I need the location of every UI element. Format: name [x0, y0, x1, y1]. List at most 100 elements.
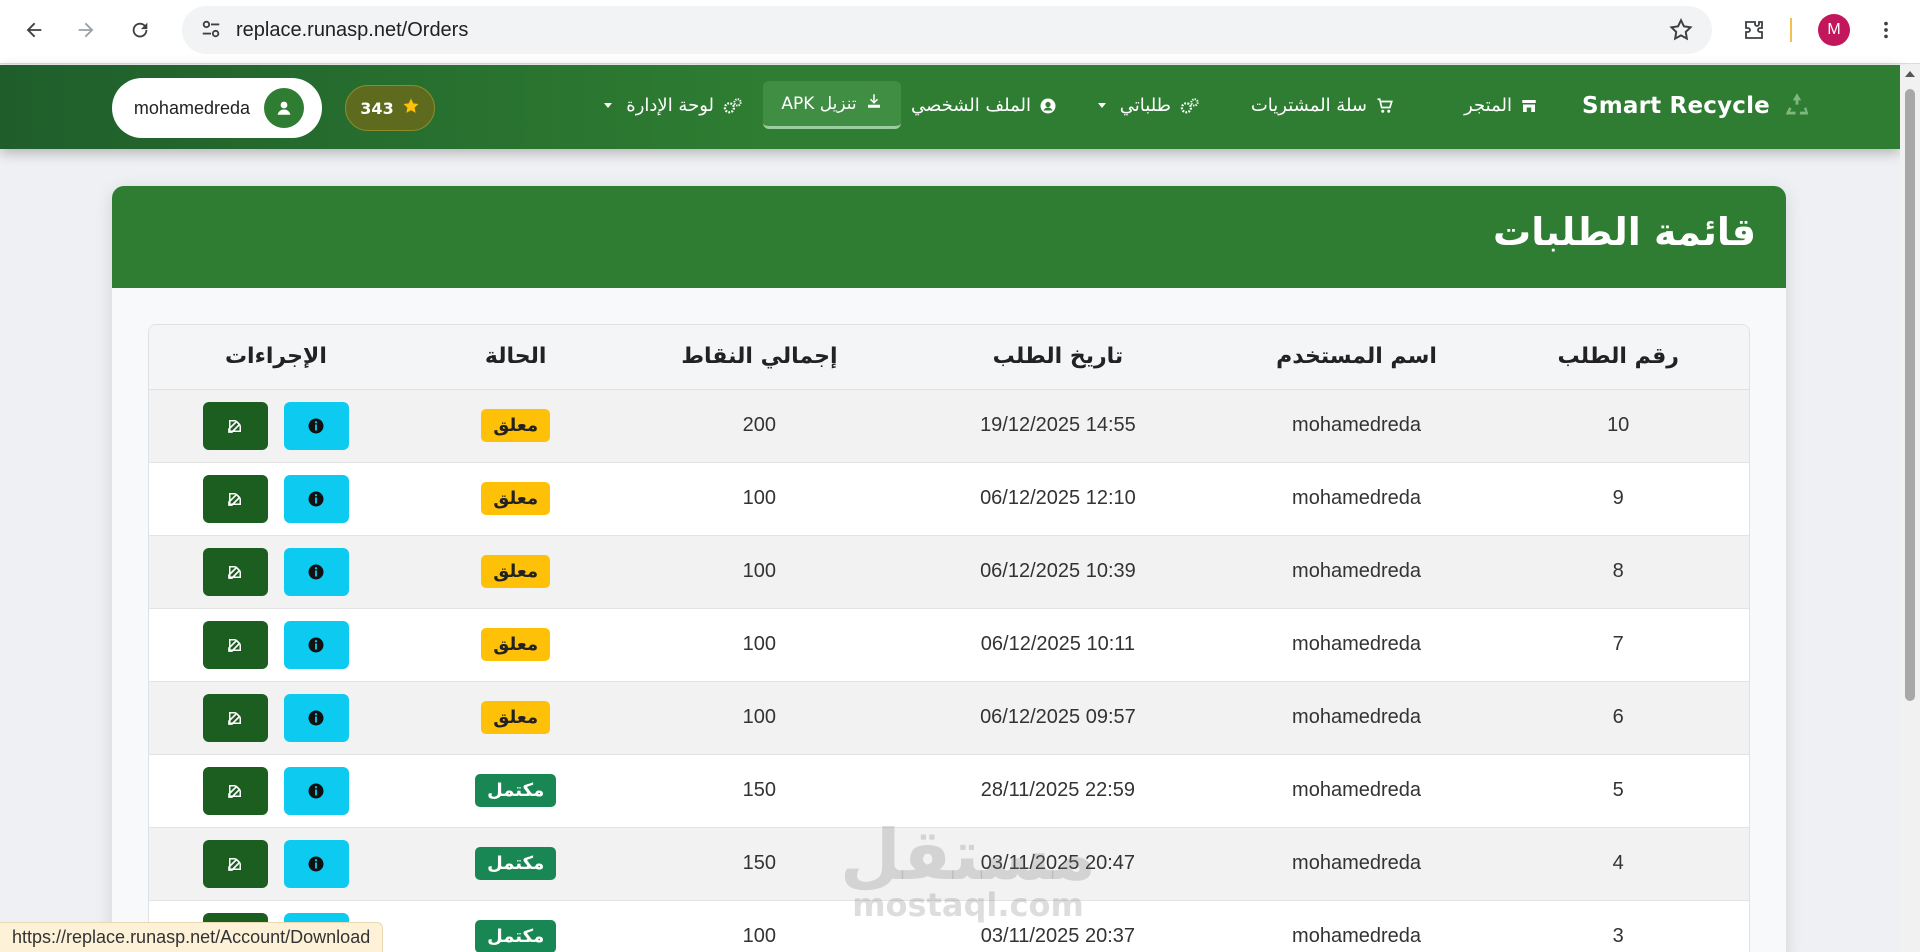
nav-my-orders[interactable]: طلباتي [1097, 95, 1201, 116]
cell-username: mohamedreda [1225, 900, 1488, 952]
order-details-button[interactable] [283, 401, 349, 450]
cell-status: معلق [402, 389, 629, 463]
brand-name[interactable]: Smart Recycle [1582, 93, 1770, 119]
toolbar-separator [1790, 18, 1792, 42]
col-actions: الإجراءات [149, 325, 403, 390]
orders-table: رقم الطلب اسم المستخدم تاريخ الطلب إجمال… [149, 325, 1749, 952]
col-status: الحالة [402, 325, 629, 390]
cell-order-date: 06/12/2025 10:11 [890, 608, 1226, 682]
edit-order-button[interactable] [202, 547, 268, 596]
cell-status: معلق [402, 681, 629, 755]
reload-button[interactable] [120, 10, 160, 50]
download-apk-button[interactable]: تنزيل APK [763, 81, 901, 129]
nav-my-orders-label: طلباتي [1119, 95, 1171, 116]
puzzle-icon [1745, 21, 1763, 39]
cell-total-points: 100 [628, 608, 891, 682]
info-icon [307, 782, 325, 800]
back-button[interactable] [14, 10, 54, 50]
download-icon [865, 92, 883, 115]
edit-order-button[interactable] [202, 401, 268, 450]
download-apk-label: تنزيل APK [781, 93, 857, 114]
status-badge: مكتمل [475, 920, 557, 952]
edit-icon [226, 855, 244, 873]
info-icon [307, 636, 325, 654]
page-title: قائمة الطلبات [1493, 210, 1756, 254]
forward-button[interactable] [66, 10, 106, 50]
order-details-button[interactable] [283, 547, 349, 596]
nav-profile[interactable]: الملف الشخصي [911, 95, 1057, 116]
edit-order-button[interactable] [202, 620, 268, 669]
cell-total-points: 100 [628, 462, 891, 536]
profile-avatar[interactable]: M [1818, 14, 1850, 46]
nav-store[interactable]: المتجر [1464, 95, 1538, 116]
cell-username: mohamedreda [1225, 462, 1488, 536]
cell-order-date: 03/11/2025 20:37 [890, 900, 1226, 952]
star-icon [402, 97, 420, 119]
back-arrow-icon [26, 22, 42, 38]
cell-order-id: 4 [1487, 827, 1749, 901]
order-details-button[interactable] [283, 693, 349, 742]
edit-order-button[interactable] [202, 474, 268, 523]
scrollbar-thumb[interactable] [1905, 89, 1915, 701]
status-badge: معلق [481, 701, 551, 734]
cell-total-points: 100 [628, 900, 891, 952]
nav-admin-panel-label: لوحة الإدارة [626, 95, 714, 116]
cell-username: mohamedreda [1225, 389, 1488, 463]
cell-total-points: 150 [628, 827, 891, 901]
kebab-menu-icon [1884, 21, 1888, 39]
nav-cart[interactable]: سلة المشتريات [1251, 95, 1395, 116]
col-username: اسم المستخدم [1225, 325, 1488, 390]
cell-username: mohamedreda [1225, 535, 1488, 609]
row-actions [149, 693, 403, 742]
row-actions [149, 620, 403, 669]
address-bar[interactable]: replace.runasp.net/Orders [182, 6, 1712, 54]
site-navbar: Smart Recycle المتجر سلة المشتريات طلبات… [0, 65, 1900, 149]
table-row: 4 mohamedreda 03/11/2025 20:47 150 مكتمل [149, 827, 1749, 901]
cell-order-date: 28/11/2025 22:59 [890, 754, 1226, 828]
cell-status: معلق [402, 462, 629, 536]
card-header: قائمة الطلبات [112, 186, 1786, 288]
cell-status: معلق [402, 535, 629, 609]
edit-order-button[interactable] [202, 766, 268, 815]
cell-total-points: 200 [628, 389, 891, 463]
url-text[interactable]: replace.runasp.net/Orders [236, 19, 468, 42]
order-details-button[interactable] [283, 474, 349, 523]
browser-menu-button[interactable] [1866, 10, 1906, 50]
col-order-date: تاريخ الطلب [890, 325, 1226, 390]
gears-icon [722, 97, 744, 115]
cell-actions [149, 754, 403, 828]
edit-order-button[interactable] [202, 839, 268, 888]
points-badge: 343 [345, 85, 435, 131]
orders-card: قائمة الطلبات رقم الطلب اسم المستخدم تار… [112, 186, 1786, 952]
status-badge: مكتمل [475, 847, 557, 880]
chevron-down-icon [1097, 103, 1106, 108]
table-row: 3 mohamedreda 03/11/2025 20:37 100 مكتمل [149, 900, 1749, 952]
cart-icon [1375, 97, 1395, 115]
cell-username: mohamedreda [1225, 608, 1488, 682]
edit-icon [226, 782, 244, 800]
edit-icon [226, 563, 244, 581]
user-menu[interactable]: mohamedreda [112, 78, 322, 138]
info-icon [307, 490, 325, 508]
order-details-button[interactable] [283, 839, 349, 888]
cell-total-points: 150 [628, 754, 891, 828]
info-icon [307, 855, 325, 873]
edit-icon [226, 490, 244, 508]
site-settings-icon[interactable] [200, 18, 222, 44]
user-avatar-icon [264, 88, 304, 128]
edit-order-button[interactable] [202, 693, 268, 742]
scroll-up-arrow-icon[interactable] [1905, 71, 1915, 77]
cell-total-points: 100 [628, 681, 891, 755]
bookmark-star-icon[interactable] [1668, 17, 1694, 47]
order-details-button[interactable] [283, 620, 349, 669]
cell-actions [149, 827, 403, 901]
cell-username: mohamedreda [1225, 681, 1488, 755]
order-details-button[interactable] [283, 766, 349, 815]
table-header-row: رقم الطلب اسم المستخدم تاريخ الطلب إجمال… [149, 325, 1749, 390]
cell-actions [149, 462, 403, 536]
table-row: 9 mohamedreda 06/12/2025 12:10 100 معلق [149, 462, 1749, 536]
nav-admin-panel[interactable]: لوحة الإدارة [604, 95, 744, 116]
status-badge: معلق [481, 482, 551, 515]
page-scrollbar[interactable] [1900, 65, 1920, 952]
extensions-button[interactable] [1734, 10, 1774, 50]
